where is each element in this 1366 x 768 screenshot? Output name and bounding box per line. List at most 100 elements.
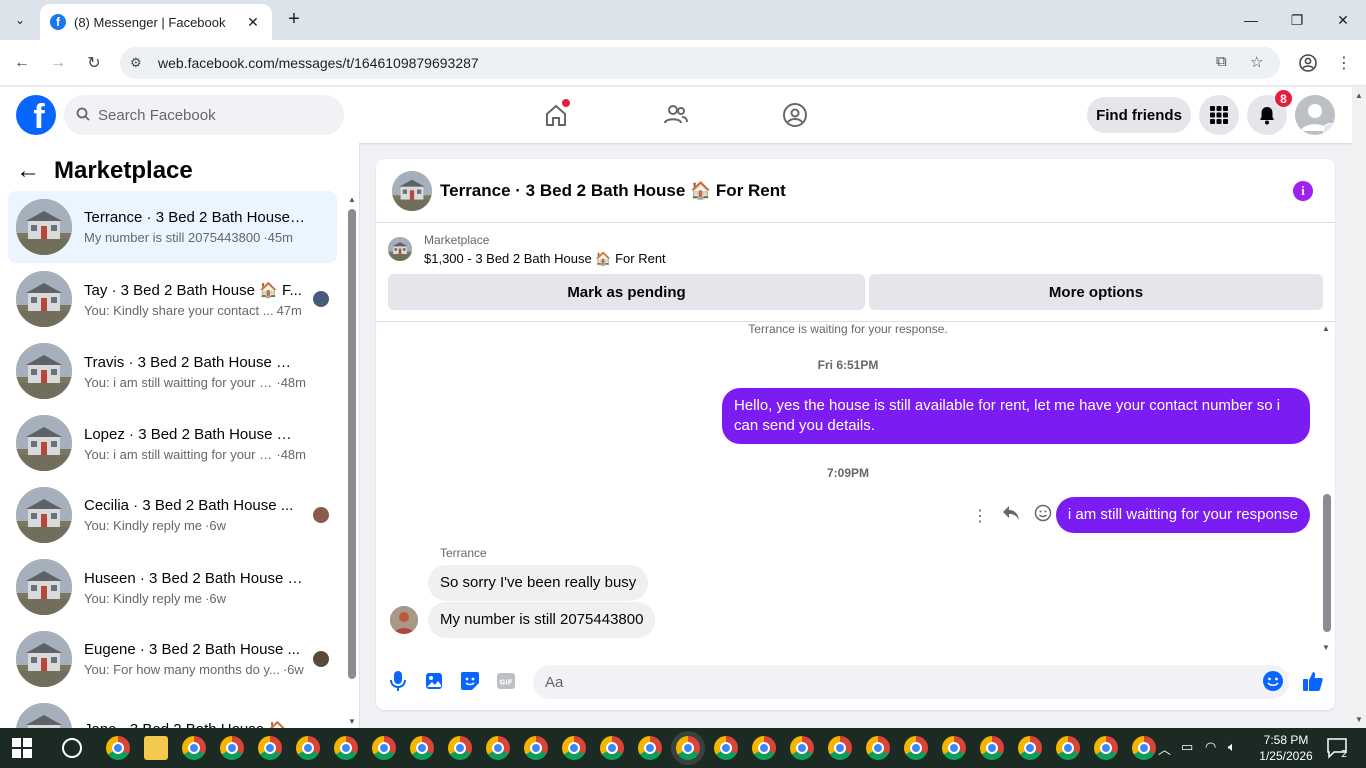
conversation-item[interactable]: Tay · 3 Bed 2 Bath House 🏠 F... You: Kind…	[8, 263, 337, 335]
account-avatar[interactable]: ⌄	[1295, 95, 1335, 135]
chrome-app-icon[interactable]	[486, 736, 510, 760]
emoji-icon[interactable]	[1261, 669, 1285, 693]
taskbar-clock[interactable]: 7:58 PM 1/25/2026	[1254, 732, 1318, 764]
chrome-app-icon[interactable]	[106, 736, 130, 760]
windows-start-icon[interactable]	[12, 738, 32, 758]
chrome-app-icon[interactable]	[524, 736, 548, 760]
more-options-button[interactable]: More options	[869, 274, 1323, 310]
chrome-app-icon[interactable]	[296, 736, 320, 760]
new-tab-icon[interactable]: +	[282, 8, 306, 32]
sender-avatar[interactable]	[390, 606, 418, 634]
search-input[interactable]	[98, 106, 318, 124]
chrome-app-icon[interactable]	[1132, 736, 1156, 760]
outgoing-message[interactable]: i am still waitting for your response	[1055, 497, 1310, 533]
groups-icon[interactable]	[779, 99, 811, 131]
chrome-app-icon[interactable]	[790, 736, 814, 760]
scroll-down-icon[interactable]: ▼	[1355, 715, 1363, 724]
chrome-app-icon[interactable]	[600, 736, 624, 760]
chrome-app-icon[interactable]	[638, 736, 662, 760]
file-explorer-icon[interactable]	[144, 736, 168, 760]
message-input-box[interactable]	[533, 665, 1289, 699]
mark-as-pending-button[interactable]: Mark as pending	[388, 274, 865, 310]
photo-icon[interactable]	[422, 669, 446, 693]
conversation-item[interactable]: Terrance · 3 Bed 2 Bath House ... My numb…	[8, 191, 337, 263]
forward-icon[interactable]: →	[44, 49, 72, 77]
microphone-icon[interactable]	[386, 669, 410, 693]
chrome-app-icon[interactable]	[942, 736, 966, 760]
chrome-app-icon[interactable]	[410, 736, 434, 760]
chrome-app-icon[interactable]	[1056, 736, 1080, 760]
chrome-app-icon[interactable]	[448, 736, 472, 760]
browser-menu-icon[interactable]: ⋮	[1330, 49, 1358, 77]
scroll-down-icon[interactable]: ▼	[1322, 643, 1330, 652]
chrome-app-icon[interactable]	[752, 736, 776, 760]
install-app-icon[interactable]: ⧉	[1216, 53, 1227, 70]
facebook-logo-icon[interactable]: f	[16, 95, 56, 135]
find-friends-button[interactable]: Find friends	[1087, 97, 1191, 133]
hidden-icons-chevron-icon[interactable]: ︿	[1158, 739, 1171, 758]
volume-icon[interactable]: 🔈︎	[1228, 739, 1236, 755]
conversation-item[interactable]: Eugene · 3 Bed 2 Bath House ... You: For …	[8, 623, 337, 695]
marketplace-listing[interactable]: Marketplace $1,300 - 3 Bed 2 Bath House …	[388, 233, 666, 267]
friends-icon[interactable]	[660, 99, 692, 131]
back-icon[interactable]: ←	[8, 49, 36, 77]
menu-grid-icon[interactable]	[1199, 95, 1239, 135]
minimize-icon[interactable]: —	[1228, 0, 1274, 40]
browser-tab[interactable]: f (8) Messenger | Facebook ✕	[40, 4, 272, 40]
scrollbar-thumb[interactable]	[348, 209, 356, 679]
sticker-icon[interactable]	[458, 669, 482, 693]
chrome-app-icon[interactable]	[980, 736, 1004, 760]
chrome-app-icon[interactable]	[714, 736, 738, 760]
chrome-app-icon[interactable]	[904, 736, 928, 760]
search-box[interactable]	[64, 95, 344, 135]
tab-search-dropdown-icon[interactable]: ⌄	[6, 6, 34, 34]
sidebar-scrollbar[interactable]: ▲ ▼	[346, 191, 358, 728]
gif-icon[interactable]: GIF	[494, 669, 518, 693]
listing-thumbnail[interactable]	[392, 170, 432, 211]
taskbar-search-icon[interactable]	[62, 738, 82, 758]
more-actions-icon[interactable]: ⋮	[972, 506, 988, 526]
close-window-icon[interactable]: ✕	[1320, 0, 1366, 40]
message-input[interactable]	[545, 673, 1245, 691]
chrome-app-icon[interactable]	[1018, 736, 1042, 760]
scroll-down-icon[interactable]: ▼	[348, 717, 356, 726]
conversation-item[interactable]: Lopez · 3 Bed 2 Bath House 🏠 F... You: i …	[8, 407, 337, 479]
react-emoji-icon[interactable]	[1034, 504, 1052, 527]
incoming-message[interactable]: My number is still 2075443800	[428, 602, 656, 638]
battery-icon[interactable]: ▭	[1181, 739, 1193, 755]
conversation-item[interactable]: Jane · 3 Bed 2 Bath House 🏠 Fo...	[8, 695, 337, 728]
wifi-icon[interactable]: ◠	[1205, 739, 1216, 755]
conversation-item[interactable]: Huseen · 3 Bed 2 Bath House 🏠... You: Kin…	[8, 551, 337, 623]
outgoing-message[interactable]: Hello, yes the house is still available …	[722, 388, 1310, 444]
chrome-app-icon[interactable]	[1094, 736, 1118, 760]
chrome-app-icon[interactable]	[182, 736, 206, 760]
info-icon[interactable]: i	[1293, 181, 1313, 201]
chat-scrollbar[interactable]: ▲ ▼	[1321, 322, 1333, 652]
scroll-up-icon[interactable]: ▲	[1355, 91, 1363, 100]
chrome-app-icon[interactable]	[220, 736, 244, 760]
restore-icon[interactable]: ❐	[1274, 0, 1320, 40]
scrollbar-thumb[interactable]	[1323, 494, 1331, 632]
address-bar[interactable]: ⚙ web.facebook.com/messages/t/1646109879…	[120, 47, 1280, 79]
thumbs-up-icon[interactable]	[1301, 669, 1325, 693]
home-icon[interactable]	[540, 99, 572, 131]
notifications-bell-icon[interactable]: 8	[1247, 89, 1293, 135]
notification-center-icon[interactable]: 2	[1326, 737, 1348, 760]
scroll-up-icon[interactable]: ▲	[1322, 324, 1330, 333]
bookmark-star-icon[interactable]: ☆	[1250, 53, 1263, 71]
back-arrow-icon[interactable]: ←	[16, 157, 40, 185]
incoming-message[interactable]: So sorry I've been really busy	[428, 565, 649, 601]
chrome-app-icon[interactable]	[372, 736, 396, 760]
chrome-app-icon[interactable]	[828, 736, 852, 760]
tab-close-icon[interactable]: ✕	[244, 14, 262, 31]
scroll-up-icon[interactable]: ▲	[348, 195, 356, 204]
profile-icon[interactable]	[1294, 49, 1322, 77]
chrome-app-icon[interactable]	[676, 736, 700, 760]
chrome-app-icon[interactable]	[258, 736, 282, 760]
chrome-app-icon[interactable]	[562, 736, 586, 760]
conversation-item[interactable]: Travis · 3 Bed 2 Bath House 🏠 F... You: i…	[8, 335, 337, 407]
reply-icon[interactable]	[1002, 505, 1020, 526]
site-info-icon[interactable]: ⚙	[130, 55, 156, 71]
chrome-app-icon[interactable]	[334, 736, 358, 760]
conversation-item[interactable]: Cecilia · 3 Bed 2 Bath House ... You: Kin…	[8, 479, 337, 551]
